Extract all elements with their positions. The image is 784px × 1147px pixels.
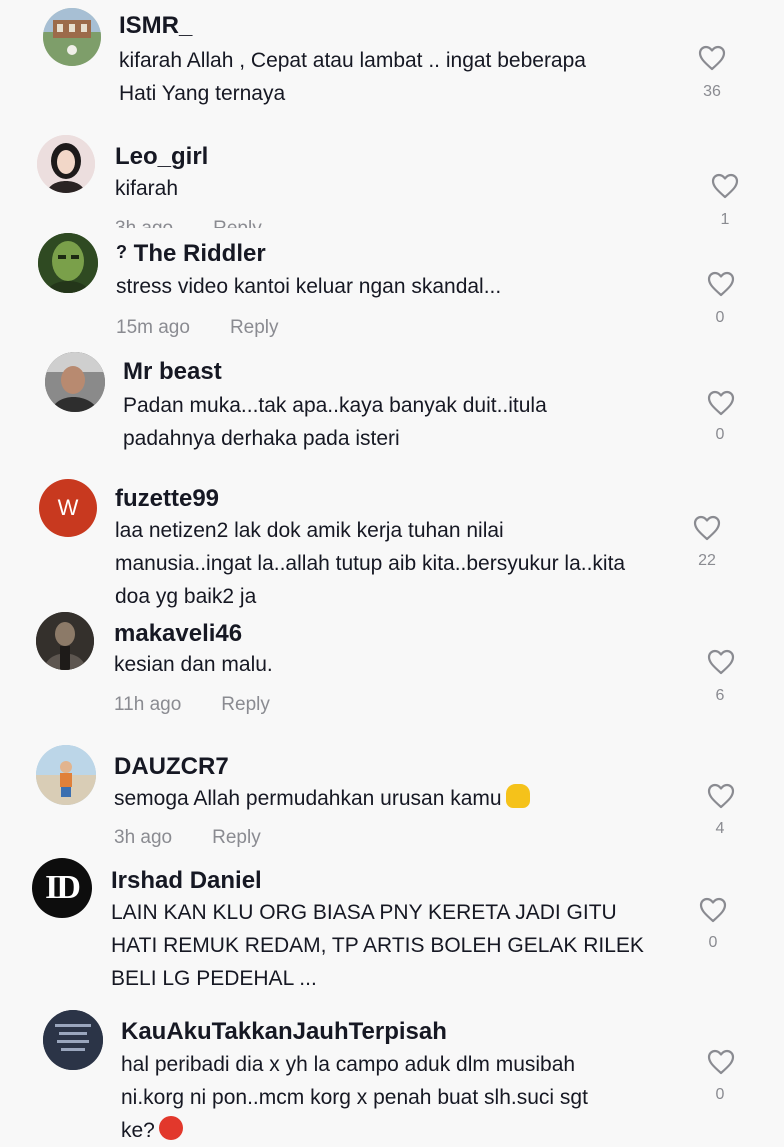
comment-line: manusia..ingat la..allah tutup aib kita.… [115,552,626,575]
avatar[interactable] [36,745,96,805]
comment-line: Padan muka...tak apa..kaya banyak duit..… [123,394,547,417]
comment-line: BELI LG PEDEHAL ... [111,967,317,990]
reply-button[interactable]: Reply [221,694,270,715]
comment-line: Hati Yang ternaya [119,82,286,105]
reply-button[interactable]: Reply [230,317,279,338]
comment-meta: 3h ago Reply [114,827,261,849]
comment-line: doa yg baik2 ja [115,585,257,608]
reply-button[interactable]: Reply [213,218,262,228]
comment-line: ni.korg ni pon..mcm korg x penah buat sl… [121,1086,588,1109]
comment-item: makaveli46 kesian dan malu. 11h ago Reply… [0,612,784,742]
like-count: 6 [715,687,725,704]
comment-line: kifarah [115,177,179,200]
comment-text: kifarah [115,172,178,205]
comment-line: ke? [121,1114,588,1147]
like-count: 0 [715,1086,725,1103]
like-count: 36 [703,83,721,100]
like-count: 0 [715,426,725,443]
like-count: 22 [698,552,716,569]
heart-icon[interactable] [707,271,735,297]
reply-button[interactable]: Reply [212,827,261,848]
like-count: 1 [720,211,730,228]
comment-line-text: ke? [121,1119,155,1142]
comment-text: kifarah Allah , Cepat atau lambat .. ing… [119,44,586,110]
heart-icon[interactable] [707,1049,735,1075]
comment-item: DAUZCR7 semoga Allah permudahkan urusan … [0,742,784,856]
avatar[interactable]: W [39,479,97,537]
comment-text: stress video kantoi keluar ngan skandal.… [116,270,501,303]
heart-icon[interactable] [698,45,726,71]
heart-icon[interactable] [699,897,727,923]
comment-text: semoga Allah permudahkan urusan kamu [114,782,530,815]
avatar-initial: ID [45,869,81,906]
comment-line: LAIN KAN KLU ORG BIASA PNY KERETA JADI G… [111,901,617,924]
comment-line: laa netizen2 lak dok amik kerja tuhan ni… [115,519,504,542]
username[interactable]: Mr beast [123,358,222,386]
comment-item: Mr beast Padan muka...tak apa..kaya bany… [0,348,784,476]
comment-line: kesian dan malu. [114,653,273,676]
comment-text: laa netizen2 lak dok amik kerja tuhan ni… [115,514,625,613]
username[interactable]: ISMR_ [119,12,192,40]
username[interactable]: KauAkuTakkanJauhTerpisah [121,1018,447,1046]
timestamp: 3h ago [114,827,173,848]
avatar[interactable] [43,1010,103,1070]
comment-line: stress video kantoi keluar ngan skandal.… [116,275,502,298]
comment-item: ID Irshad Daniel LAIN KAN KLU ORG BIASA … [0,856,784,1006]
comment-meta: 3h ago Reply [115,218,262,228]
comment-line: hal peribadi dia x yh la campo aduk dlm … [121,1053,576,1076]
comment-line: padahnya derhaka pada isteri [123,427,400,450]
timestamp: 3h ago [115,218,173,228]
avatar[interactable] [43,8,101,66]
comment-line: kifarah Allah , Cepat atau lambat .. ing… [119,49,586,72]
timestamp: 11h ago [114,694,182,715]
username[interactable]: DAUZCR7 [114,753,229,781]
comment-meta: 15m ago Reply [116,317,279,339]
heart-icon[interactable] [707,783,735,809]
angry-face-icon [158,1116,183,1140]
heart-icon[interactable] [707,649,735,675]
username-text: The Riddler [133,240,266,267]
avatar[interactable] [45,352,105,412]
comment-text: Padan muka...tak apa..kaya banyak duit..… [123,389,547,455]
comment-text: hal peribadi dia x yh la campo aduk dlm … [121,1048,588,1147]
comment-line: semoga Allah permudahkan urusan kamu [114,782,530,815]
avatar[interactable]: ID [32,858,92,918]
heart-icon[interactable] [707,390,735,416]
comment-line-text: semoga Allah permudahkan urusan kamu [114,787,502,810]
heart-icon[interactable] [711,173,739,199]
comment-item: ? The Riddler stress video kantoi keluar… [0,228,784,348]
comment-item: KauAkuTakkanJauhTerpisah hal peribadi di… [0,1006,784,1147]
username[interactable]: ? The Riddler [116,240,266,268]
timestamp: 15m ago [116,317,190,338]
like-count: 0 [708,934,718,951]
avatar[interactable] [36,612,94,670]
heart-icon[interactable] [693,515,721,541]
username[interactable]: Irshad Daniel [111,867,262,895]
username-prefix: ? [116,242,127,262]
username[interactable]: fuzette99 [115,485,219,513]
like-count: 4 [715,820,725,837]
username[interactable]: Leo_girl [115,143,208,171]
avatar-initial: W [57,495,79,520]
like-count: 0 [715,309,725,326]
comment-text: LAIN KAN KLU ORG BIASA PNY KERETA JADI G… [111,896,644,995]
folded-hands-icon [505,784,530,808]
avatar[interactable] [37,135,95,193]
comment-item: Leo_girl kifarah 3h ago Reply 1 [0,125,784,228]
comment-item: ISMR_ kifarah Allah , Cepat atau lambat … [0,0,784,125]
avatar[interactable] [38,233,98,293]
comment-line: HATI REMUK REDAM, TP ARTIS BOLEH GELAK R… [111,934,644,957]
username[interactable]: makaveli46 [114,620,242,648]
comment-meta: 11h ago Reply [114,694,270,716]
comment-item: W fuzette99 laa netizen2 lak dok amik ke… [0,476,784,612]
comment-text: kesian dan malu. [114,648,273,681]
